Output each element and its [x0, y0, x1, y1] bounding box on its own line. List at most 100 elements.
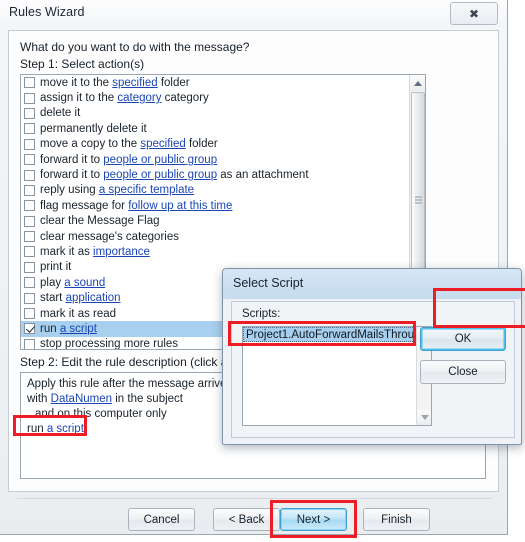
action-label: move a copy to the specified folder [40, 138, 218, 150]
action-row[interactable]: delete it [21, 106, 425, 121]
select-script-titlebar: Select Script [223, 269, 521, 299]
checkbox-icon[interactable] [24, 231, 35, 243]
inline-text: as an attachment [217, 169, 309, 182]
inline-text: flag message for [40, 199, 129, 212]
checkbox-icon[interactable] [24, 123, 35, 135]
inline-link[interactable]: specified [112, 77, 157, 89]
action-label: clear message's categories [40, 231, 179, 243]
checkbox-icon[interactable] [24, 308, 35, 320]
next-button[interactable]: Next > [280, 508, 347, 531]
close-dialog-button[interactable]: Close [420, 360, 506, 384]
checkbox-icon[interactable] [24, 292, 35, 304]
screen: Rules Wizard ✖ What do you want to do wi… [0, 0, 525, 542]
action-label: clear the Message Flag [40, 215, 160, 227]
inline-text: folder [157, 76, 190, 89]
checkbox-icon[interactable] [24, 184, 35, 196]
inline-text: run [27, 423, 47, 435]
inline-link[interactable]: category [117, 92, 161, 104]
inline-link[interactable]: importance [93, 246, 150, 258]
action-row[interactable]: mark it as importance [21, 244, 425, 259]
checkbox-icon[interactable] [24, 200, 35, 212]
checkbox-icon[interactable] [24, 77, 35, 89]
checkbox-icon[interactable] [24, 261, 35, 273]
inline-link[interactable]: a specific template [99, 184, 194, 196]
inline-text: forward it to [40, 153, 104, 166]
finish-button[interactable]: Finish [363, 508, 430, 531]
close-button[interactable]: ✖ [450, 2, 498, 25]
action-row[interactable]: reply using a specific template [21, 183, 425, 198]
inline-text: move a copy to the [40, 138, 141, 151]
action-row[interactable]: move it to the specified folder [21, 75, 425, 90]
scripts-listbox[interactable]: Project1.AutoForwardMailsThrough [242, 326, 432, 426]
checkbox-icon[interactable] [24, 154, 35, 166]
inline-text: permanently delete it [40, 122, 147, 135]
action-label: permanently delete it [40, 123, 147, 135]
select-script-dialog: Select Script Scripts: Project1.AutoForw… [222, 268, 522, 445]
action-row[interactable]: flag message for follow up at this time [21, 198, 425, 213]
action-row[interactable]: assign it to the category category [21, 90, 425, 105]
checkbox-icon[interactable] [24, 92, 35, 104]
inline-text: mark it as [40, 245, 94, 258]
inline-text: clear the Message Flag [40, 215, 160, 228]
inline-text: print it [40, 261, 72, 274]
inline-text: reply using [40, 184, 99, 197]
inline-link[interactable]: people or public group [103, 169, 217, 181]
action-label: stop processing more rules [40, 338, 179, 350]
inline-text: in the subject [112, 393, 183, 405]
inline-link[interactable]: a sound [64, 277, 105, 289]
cancel-button[interactable]: Cancel [128, 508, 195, 531]
checkbox-icon[interactable] [24, 277, 35, 289]
ok-button[interactable]: OK [420, 327, 506, 351]
step1-label: Step 1: Select action(s) [20, 57, 145, 71]
checkbox-icon[interactable] [24, 107, 35, 119]
inline-link[interactable]: a script [60, 323, 97, 335]
action-row[interactable]: forward it to people or public group as … [21, 167, 425, 182]
inline-text: and on this computer only [35, 408, 167, 420]
inline-text: delete it [40, 107, 81, 120]
back-button[interactable]: < Back [213, 508, 280, 531]
scroll-up-arrow-icon[interactable] [410, 75, 425, 91]
inline-link[interactable]: application [66, 292, 121, 304]
inline-text: run [40, 322, 60, 335]
scripts-label: Scripts: [242, 308, 281, 320]
inline-text: move it to the [40, 76, 113, 89]
inline-link[interactable]: a script [47, 423, 84, 435]
close-icon: ✖ [468, 6, 480, 21]
checkbox-icon[interactable] [24, 215, 35, 227]
action-label: delete it [40, 107, 80, 119]
action-row[interactable]: clear the Message Flag [21, 214, 425, 229]
footer-divider [17, 498, 491, 499]
inline-link[interactable]: people or public group [103, 154, 217, 166]
select-script-title: Select Script [233, 276, 304, 290]
scripts-scroll-down-icon[interactable] [417, 410, 431, 425]
inline-text: mark it as read [40, 307, 117, 320]
inline-text: assign it to the [40, 92, 118, 105]
wizard-titlebar: Rules Wizard ✖ [0, 0, 507, 28]
action-label: play a sound [40, 277, 105, 289]
checkbox-checked-icon[interactable] [24, 323, 35, 335]
action-row[interactable]: clear message's categories [21, 229, 425, 244]
inline-link[interactable]: DataNumen [51, 393, 112, 405]
action-label: print it [40, 261, 71, 273]
script-list-item[interactable]: Project1.AutoForwardMailsThrough [243, 327, 431, 342]
checkbox-icon[interactable] [24, 169, 35, 181]
scrollbar-grip-icon [415, 196, 422, 203]
action-row[interactable]: permanently delete it [21, 121, 425, 136]
action-label: start application [40, 292, 121, 304]
action-label: mark it as importance [40, 246, 150, 258]
action-label: mark it as read [40, 308, 116, 320]
prompt-text: What do you want to do with the message? [20, 40, 250, 54]
inline-text: stop processing more rules [40, 338, 179, 350]
checkbox-icon[interactable] [24, 338, 35, 349]
action-label: forward it to people or public group as … [40, 169, 309, 181]
action-label: reply using a specific template [40, 184, 194, 196]
action-label: assign it to the category category [40, 92, 209, 104]
checkbox-icon[interactable] [24, 138, 35, 150]
inline-text: folder [185, 138, 218, 151]
inline-link[interactable]: follow up at this time [128, 200, 232, 212]
action-label: flag message for follow up at this time [40, 200, 232, 212]
checkbox-icon[interactable] [24, 246, 35, 258]
action-row[interactable]: forward it to people or public group [21, 152, 425, 167]
inline-link[interactable]: specified [140, 138, 185, 150]
action-row[interactable]: move a copy to the specified folder [21, 137, 425, 152]
